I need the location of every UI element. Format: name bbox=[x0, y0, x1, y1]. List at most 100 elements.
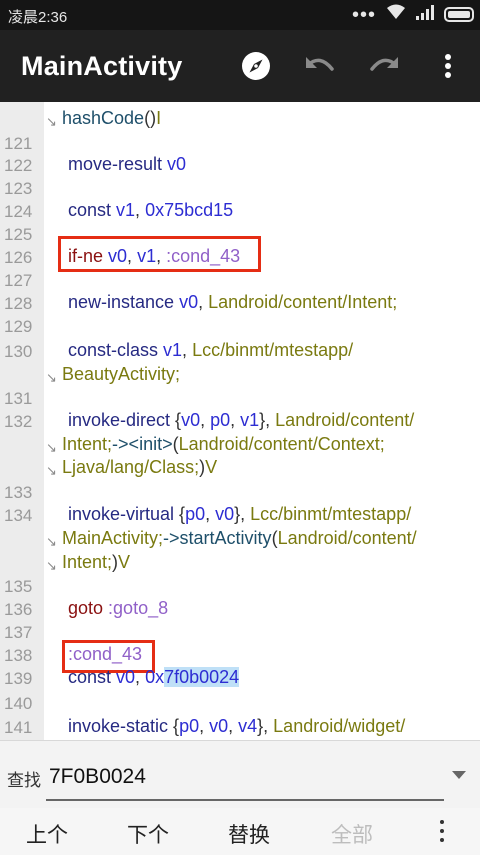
code-token: v1 bbox=[116, 200, 136, 220]
line-number: 136 bbox=[4, 600, 33, 619]
search-bar: 查找 7F0B0024 bbox=[0, 740, 480, 808]
code-text: Intent;-><init>(Landroid/content/Context… bbox=[62, 434, 385, 455]
line-number: 137 bbox=[4, 623, 33, 642]
code-token: MainActivity; bbox=[62, 528, 164, 548]
page-title: MainActivity bbox=[21, 51, 183, 81]
line-number: 141 bbox=[4, 718, 33, 737]
code-text: new-instance v0, Landroid/content/Intent… bbox=[68, 292, 397, 313]
code-token: move-result bbox=[68, 154, 168, 174]
compass-button[interactable] bbox=[238, 48, 274, 84]
code-token: invoke-virtual bbox=[68, 504, 180, 524]
line-number: 121 bbox=[4, 134, 33, 153]
code-token: :goto_8 bbox=[108, 598, 169, 618]
wrap-indicator-icon: ↘ bbox=[46, 440, 57, 455]
line-number: 129 bbox=[4, 317, 33, 336]
code-token: v0 bbox=[167, 154, 187, 174]
code-token: () bbox=[144, 108, 157, 128]
code-text: const v1, 0x75bcd15 bbox=[68, 200, 233, 221]
code-token: Landroid/content/Context; bbox=[178, 434, 385, 454]
code-token: , bbox=[205, 504, 216, 524]
more-options-button[interactable] bbox=[432, 820, 452, 842]
dot-icon bbox=[440, 838, 444, 842]
search-label: 查找 bbox=[7, 771, 41, 790]
code-token: v0 bbox=[181, 410, 201, 430]
prev-button[interactable]: 上个 bbox=[26, 819, 68, 849]
code-token: invoke-direct bbox=[68, 410, 176, 430]
code-text: if-ne v0, v1, :cond_43 bbox=[68, 246, 240, 267]
code-token: v0 bbox=[209, 716, 229, 736]
redo-icon bbox=[370, 57, 398, 71]
line-number: 134 bbox=[4, 506, 33, 525]
line-number: 124 bbox=[4, 202, 33, 221]
code-text: MainActivity;->startActivity(Landroid/co… bbox=[62, 528, 417, 549]
redo-button[interactable] bbox=[366, 48, 402, 84]
code-token: , bbox=[230, 410, 241, 430]
code-token: const bbox=[68, 667, 117, 687]
code-token: p0 bbox=[210, 410, 231, 430]
search-input[interactable]: 7F0B0024 bbox=[46, 761, 444, 801]
code-token: v1 bbox=[137, 246, 157, 266]
undo-icon bbox=[306, 57, 334, 71]
code-token: :cond_43 bbox=[68, 644, 143, 664]
code-token: Lcc/binmt/mtestapp/ bbox=[250, 504, 412, 524]
code-text: hashCode()I bbox=[62, 108, 161, 129]
code-token: }, bbox=[257, 716, 274, 736]
code-token: v1 bbox=[163, 340, 183, 360]
app-bar: MainActivity bbox=[0, 30, 480, 102]
wrap-indicator-icon: ↘ bbox=[46, 534, 57, 549]
code-text: invoke-direct {v0, p0, v1}, Landroid/con… bbox=[68, 410, 414, 431]
line-number: 127 bbox=[4, 271, 33, 290]
code-token: , bbox=[135, 200, 146, 220]
code-token: goto bbox=[68, 598, 109, 618]
wrap-indicator-icon: ↘ bbox=[46, 114, 57, 129]
code-token: 0x bbox=[145, 667, 165, 687]
replace-button[interactable]: 替换 bbox=[228, 819, 270, 849]
code-token: Landroid/content/ bbox=[275, 410, 415, 430]
undo-button[interactable] bbox=[302, 48, 338, 84]
search-match-highlight: 7f0b0024 bbox=[164, 667, 240, 687]
line-number: 139 bbox=[4, 669, 33, 688]
dot-icon bbox=[440, 829, 444, 833]
code-token: ->startActivity bbox=[163, 528, 272, 548]
line-number: 138 bbox=[4, 646, 33, 665]
code-token: Intent; bbox=[62, 434, 113, 454]
code-token: , bbox=[200, 410, 211, 430]
wifi-icon bbox=[386, 4, 406, 25]
code-token: Landroid/content/ bbox=[277, 528, 417, 548]
next-button[interactable]: 下个 bbox=[127, 819, 169, 849]
code-token: I bbox=[156, 108, 162, 128]
signal-icon bbox=[416, 4, 434, 25]
code-token: invoke-static bbox=[68, 716, 174, 736]
search-dropdown-icon[interactable] bbox=[452, 771, 466, 779]
wrap-indicator-icon: ↘ bbox=[46, 558, 57, 573]
code-text: Intent;)V bbox=[62, 552, 130, 573]
line-number: 123 bbox=[4, 179, 33, 198]
code-token: v0 bbox=[179, 292, 199, 312]
code-token: }, bbox=[234, 504, 251, 524]
code-token: v0 bbox=[215, 504, 235, 524]
notification-dots-icon: ••• bbox=[351, 3, 376, 26]
code-editor[interactable]: ↘ hashCode()I 121 122 move-result v0 123 124 co… bbox=[0, 102, 480, 740]
search-actions-bar: 上个 下个 替换 全部 bbox=[0, 808, 480, 855]
code-token: , bbox=[199, 716, 210, 736]
code-token: , bbox=[156, 246, 167, 266]
code-text: invoke-static {p0, v0, v4}, Landroid/wid… bbox=[68, 716, 405, 737]
code-token: V bbox=[205, 457, 218, 477]
line-number: 140 bbox=[4, 694, 33, 713]
line-number: 128 bbox=[4, 294, 33, 313]
line-number: 126 bbox=[4, 248, 33, 267]
code-token: v0 bbox=[116, 667, 136, 687]
code-token: :cond_43 bbox=[166, 246, 241, 266]
overflow-menu-button[interactable] bbox=[430, 48, 466, 84]
wrap-indicator-icon: ↘ bbox=[46, 370, 57, 385]
code-text: invoke-virtual {p0, v0}, Lcc/binmt/mtest… bbox=[68, 504, 411, 525]
wrap-indicator-icon: ↘ bbox=[46, 463, 57, 478]
status-icons: ••• bbox=[352, 4, 474, 25]
line-number: 132 bbox=[4, 412, 33, 431]
line-number: 135 bbox=[4, 577, 33, 596]
code-token: new-instance bbox=[68, 292, 180, 312]
status-bar: 凌晨2:36 ••• bbox=[0, 0, 480, 30]
line-number: 130 bbox=[4, 342, 33, 361]
replace-all-button[interactable]: 全部 bbox=[331, 819, 373, 849]
code-token: Lcc/binmt/mtestapp/ bbox=[192, 340, 354, 360]
